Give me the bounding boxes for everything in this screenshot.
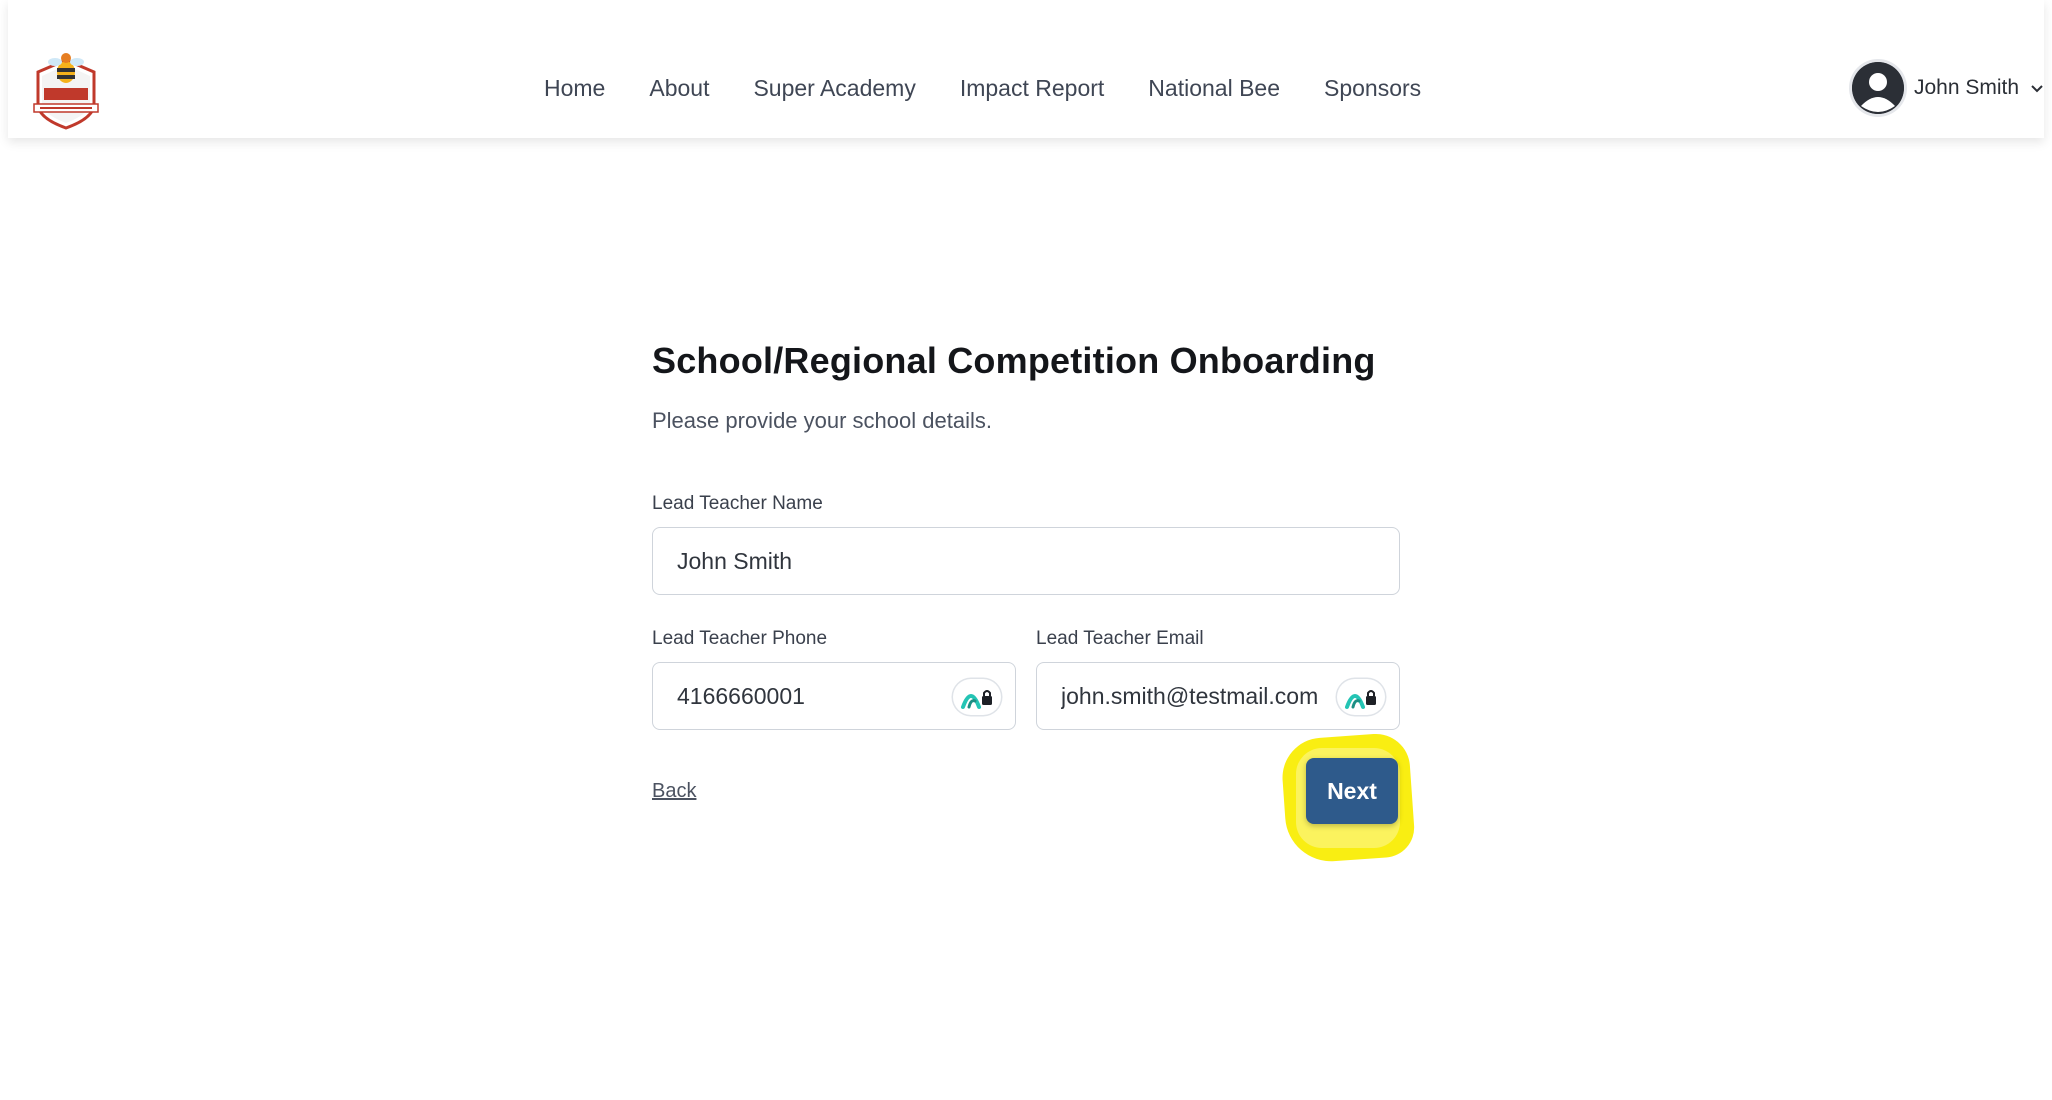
lead-teacher-name-input[interactable]: [677, 528, 1333, 594]
nav-item-super-academy[interactable]: Super Academy: [753, 75, 915, 102]
user-circle-icon[interactable]: [1852, 62, 1904, 114]
lead-teacher-email-label: Lead Teacher Email: [1036, 628, 1204, 649]
lead-teacher-name-label: Lead Teacher Name: [652, 493, 823, 514]
nav-item-impact-report[interactable]: Impact Report: [960, 75, 1104, 102]
site-header: Home About Super Academy Impact Report N…: [8, 0, 2044, 138]
lead-teacher-phone-field[interactable]: [652, 662, 1016, 730]
back-link[interactable]: Back: [652, 780, 696, 803]
main-nav: Home About Super Academy Impact Report N…: [544, 68, 1421, 108]
password-manager-lock-icon[interactable]: [1337, 679, 1385, 715]
next-button[interactable]: Next: [1306, 758, 1398, 824]
lead-teacher-phone-input[interactable]: [677, 663, 949, 729]
lead-teacher-phone-label: Lead Teacher Phone: [652, 628, 828, 649]
nav-item-sponsors[interactable]: Sponsors: [1324, 75, 1421, 102]
nav-item-home[interactable]: Home: [544, 75, 605, 102]
lead-teacher-name-field[interactable]: [652, 527, 1400, 595]
password-manager-lock-icon[interactable]: [953, 679, 1001, 715]
lead-teacher-email-field[interactable]: [1036, 662, 1400, 730]
lead-teacher-email-input[interactable]: [1061, 663, 1337, 729]
user-menu[interactable]: John Smith: [1852, 58, 2045, 118]
page-subtitle: Please provide your school details.: [652, 408, 992, 433]
page-title: School/Regional Competition Onboarding: [652, 340, 1376, 381]
onboarding-form: School/Regional Competition Onboarding P…: [652, 340, 1400, 434]
nav-item-national-bee[interactable]: National Bee: [1148, 75, 1280, 102]
user-name[interactable]: John Smith: [1914, 76, 2019, 100]
chevron-down-icon[interactable]: [2029, 80, 2045, 96]
logo-icon[interactable]: [30, 46, 102, 132]
nav-item-about[interactable]: About: [649, 75, 709, 102]
